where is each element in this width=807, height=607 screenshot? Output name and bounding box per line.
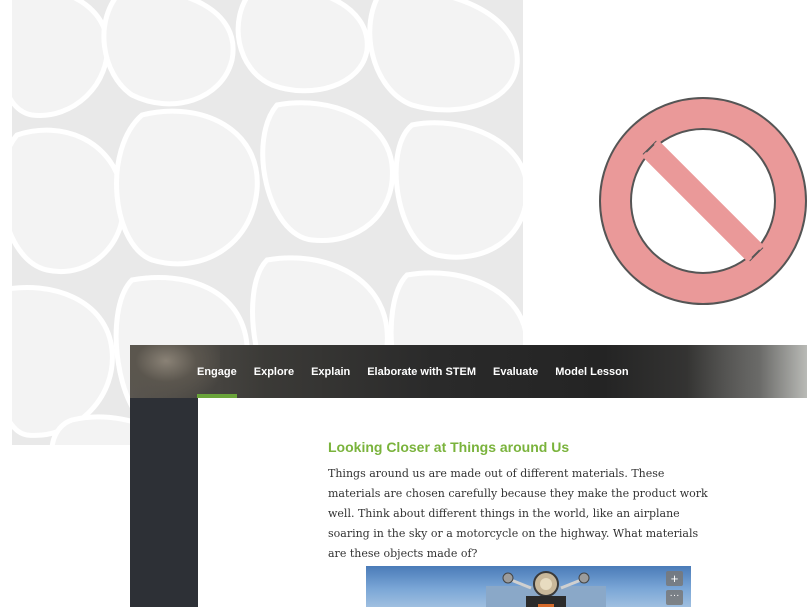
tab-explain[interactable]: Explain	[311, 345, 350, 398]
tab-evaluate[interactable]: Evaluate	[493, 345, 538, 398]
header-sky-image	[687, 345, 807, 398]
lesson-body: Things around us are made out of differe…	[328, 467, 708, 560]
course-page-screenshot: Engage Explore Explain Elaborate with ST…	[130, 345, 807, 607]
lesson-tabs: Engage Explore Explain Elaborate with ST…	[197, 345, 646, 398]
left-rail	[130, 398, 198, 607]
lesson-nav-bar: Engage Explore Explain Elaborate with ST…	[130, 345, 807, 398]
motorcycle-image: + ···	[366, 566, 691, 607]
tab-engage[interactable]: Engage	[197, 345, 237, 398]
more-options-button[interactable]: ···	[666, 590, 683, 605]
tab-elaborate-with-stem[interactable]: Elaborate with STEM	[367, 345, 476, 398]
zoom-button[interactable]: +	[666, 571, 683, 586]
tab-explore[interactable]: Explore	[254, 345, 294, 398]
tab-model-lesson[interactable]: Model Lesson	[555, 345, 628, 398]
lesson-content: Looking Closer at Things around Us Thing…	[328, 439, 728, 564]
motorcycle-icon	[486, 571, 606, 607]
prohibited-icon	[598, 95, 807, 307]
lesson-title: Looking Closer at Things around Us	[328, 439, 570, 455]
